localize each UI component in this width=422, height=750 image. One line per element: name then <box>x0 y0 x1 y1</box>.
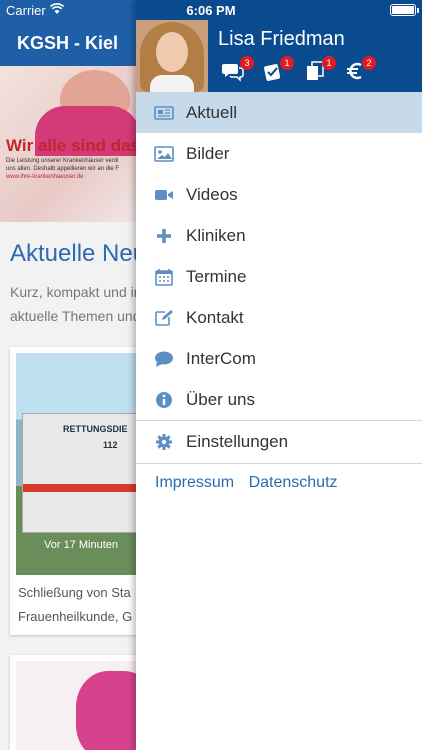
ambulance-stripe <box>23 484 140 492</box>
menu-item-label: Videos <box>186 185 238 204</box>
menu-item-label: Termine <box>186 267 247 286</box>
calendar-icon <box>154 268 174 286</box>
gear-icon <box>154 433 174 451</box>
image-icon <box>154 145 174 163</box>
banner-url: www.ihre-krankenhaeuser.de <box>6 174 84 180</box>
video-camera-icon <box>154 186 174 204</box>
datenschutz-link[interactable]: Datenschutz <box>249 474 338 491</box>
edit-icon <box>154 309 174 327</box>
avatar[interactable] <box>136 20 208 92</box>
banner-slogan: Wir alle sind das <box>6 136 140 155</box>
news-card[interactable] <box>10 655 140 750</box>
user-name[interactable]: Lisa Friedman <box>218 28 345 51</box>
menu-item-label: Über uns <box>186 390 255 409</box>
menu-item-label: Kontakt <box>186 308 244 327</box>
menu-item-label: InterCom <box>186 349 256 368</box>
status-time: 6:06 PM <box>186 3 236 18</box>
avatar-shirt <box>150 75 194 92</box>
ambulance-image: RETTUNGSDIE 112 <box>22 413 140 533</box>
menu-item-einstellungen[interactable]: Einstellungen <box>136 421 422 463</box>
menu-item-ueber-uns[interactable]: Über uns <box>136 379 422 420</box>
navigation-drawer: Lisa Friedman 3 1 1 2 Aktuell Bilder Vid… <box>136 0 422 750</box>
ambulance-text: RETTUNGSDIE <box>63 424 128 434</box>
intro-text-line: aktuelle Themen und <box>10 308 140 324</box>
info-icon <box>154 391 174 409</box>
news-card-photo <box>16 661 140 750</box>
news-card-timestamp: Vor 17 Minuten <box>44 539 118 551</box>
menu-item-label: Bilder <box>186 144 230 163</box>
menu-item-aktuell[interactable]: Aktuell <box>136 92 422 133</box>
documents-badge: 1 <box>322 56 336 70</box>
menu-item-label: Aktuell <box>186 103 238 122</box>
banner-text-line: uns allen. Deshalb appellieren wir an di… <box>6 166 120 172</box>
tasks-button[interactable]: 1 <box>262 56 294 84</box>
menu-item-kontakt[interactable]: Kontakt <box>136 297 422 338</box>
news-card[interactable]: RETTUNGSDIE 112 Vor 17 Minuten Schließun… <box>10 347 140 635</box>
menu-item-intercom[interactable]: InterCom <box>136 338 422 379</box>
background-app: KGSH - Kiel Wir alle sind das Die Leistu… <box>0 0 140 750</box>
menu-divider <box>136 463 422 464</box>
avatar-face <box>156 32 188 72</box>
messages-button[interactable]: 3 <box>222 56 254 84</box>
ambulance-number: 112 <box>103 440 118 450</box>
news-card-photo: RETTUNGSDIE 112 Vor 17 Minuten <box>16 353 140 575</box>
status-bar: Carrier 6:06 PM <box>0 0 422 20</box>
footer-links: Impressum Datenschutz <box>155 474 348 492</box>
drawer-menu: Aktuell Bilder Videos Kliniken Termine K… <box>136 92 422 464</box>
background-app-title: KGSH - Kiel <box>17 33 119 53</box>
menu-item-videos[interactable]: Videos <box>136 174 422 215</box>
chat-bubble-icon <box>154 350 174 368</box>
payments-button[interactable]: 2 <box>344 56 376 84</box>
menu-item-kliniken[interactable]: Kliniken <box>136 215 422 256</box>
menu-item-termine[interactable]: Termine <box>136 256 422 297</box>
news-card-title-line: Frauenheilkunde, G <box>18 609 133 624</box>
payments-badge: 2 <box>362 56 376 70</box>
tasks-badge: 1 <box>280 56 294 70</box>
news-card-illustration <box>76 671 140 750</box>
documents-button[interactable]: 1 <box>304 56 336 84</box>
menu-item-label: Einstellungen <box>186 432 289 451</box>
messages-badge: 3 <box>240 56 254 70</box>
menu-item-label: Kliniken <box>186 226 246 245</box>
section-heading: Aktuelle Neu <box>10 240 140 267</box>
intro-text-line: Kurz, kompakt und in <box>10 284 140 300</box>
menu-item-bilder[interactable]: Bilder <box>136 133 422 174</box>
news-card-title-line: Schließung von Sta <box>18 585 131 600</box>
impressum-link[interactable]: Impressum <box>155 474 234 491</box>
plus-icon <box>154 227 174 245</box>
campaign-banner[interactable]: Wir alle sind das Die Leistung unserer K… <box>0 66 140 222</box>
newspaper-icon <box>154 104 174 122</box>
banner-text-line: Die Leistung unserer Krankenhäuser verdi <box>6 158 119 164</box>
battery-icon <box>390 4 419 16</box>
